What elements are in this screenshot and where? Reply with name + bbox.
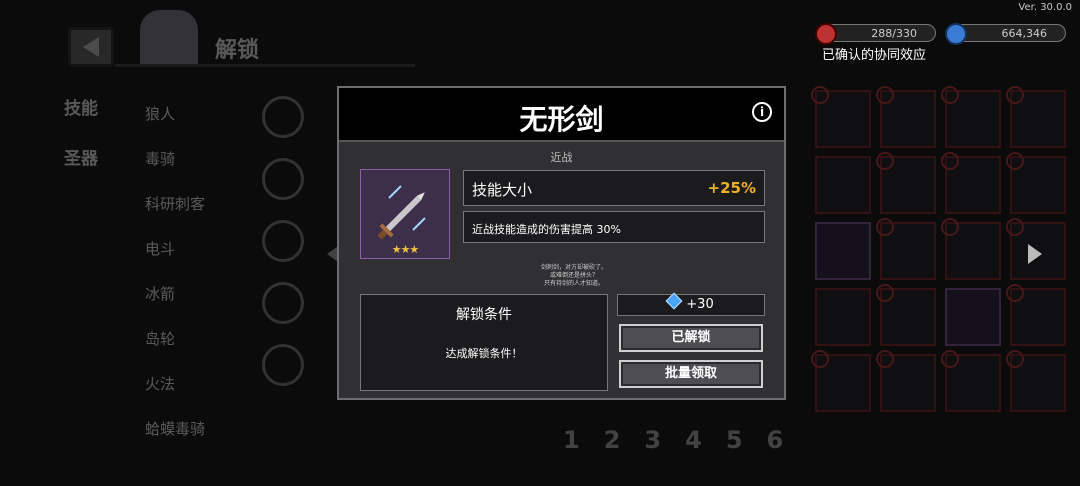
back-button[interactable] [68,27,114,67]
category-label: 近战 [550,151,573,164]
relic-slot[interactable] [941,152,1001,214]
locked-icon [876,284,894,302]
stamina-icon [815,23,837,45]
gem-value: 664,346 [1001,27,1048,40]
locked-icon [941,86,959,104]
skill-icon [262,96,304,138]
locked-icon [1006,350,1024,368]
page-number[interactable]: 5 [726,426,743,454]
description-box: 近战技能造成的伤害提高 30% [463,211,765,243]
blocked-icon [262,344,304,386]
relic-slot[interactable] [945,288,1001,346]
locked-icon [811,350,829,368]
locked-icon [941,350,959,368]
list-item[interactable]: 岛轮 [145,328,205,373]
list-item[interactable]: 火法 [145,373,205,418]
character-portrait [140,10,198,64]
stat-row: 技能大小 +25% [463,170,765,206]
list-item[interactable]: 电斗 [145,238,205,283]
locked-icon [1006,284,1024,302]
relic-slot[interactable] [876,218,936,280]
blocked-icon [262,220,304,262]
relic-slot[interactable] [941,86,1001,148]
condition-title: 解锁条件 [456,307,512,323]
relic-slot[interactable] [941,350,1001,412]
gem-icon [945,23,967,45]
version-label: Ver. 30.0.0 [1018,2,1072,13]
stamina-counter: 288/330 [815,23,936,45]
locked-icon [876,218,894,236]
page-number[interactable]: 4 [685,426,702,454]
locked-icon [1006,86,1024,104]
auto-icon [262,282,304,324]
locked-icon [941,218,959,236]
stamina-value: 288/330 [871,27,917,40]
flavor-text: 剑刺剑，对方却被砍了。 或难倒还是拼头？ 只有持剑的人才知道。 [540,264,607,287]
pagination: 1 2 3 4 5 6 [563,426,783,454]
relic-slot[interactable] [1006,86,1066,148]
relic-slot[interactable] [811,350,871,412]
relic-slot[interactable] [1006,284,1066,346]
tab-skills[interactable]: 技能 [64,94,98,144]
dialog-header: 无形剑 i [339,88,784,142]
relic-slot[interactable] [876,86,936,148]
unlock-condition-box: 解锁条件 达成解锁条件！ [360,294,608,391]
locked-icon [876,152,894,170]
locked-icon [811,86,829,104]
list-item[interactable]: 蛤蟆毒骑 [145,418,205,463]
locked-icon [941,152,959,170]
side-tabs: 技能 圣器 [64,94,98,194]
unlocked-button[interactable]: 已解锁 [619,324,763,352]
relic-slot[interactable] [876,152,936,214]
locked-icon [876,350,894,368]
skill-icon [262,158,304,200]
star-rating: ★★★ [391,243,420,256]
page-number[interactable]: 2 [604,426,621,454]
list-item[interactable]: 狼人 [145,103,205,148]
reward-value: +30 [686,297,714,312]
stat-name: 技能大小 [472,181,533,199]
list-icons [262,96,304,406]
batch-claim-button[interactable]: 批量领取 [619,360,763,388]
relic-image: ★★★ [360,169,450,259]
info-icon[interactable]: i [752,102,772,122]
tab-relics[interactable]: 圣器 [64,144,98,194]
relic-slot[interactable] [815,288,871,346]
gem-counter: 664,346 [945,23,1066,45]
list-item[interactable]: 毒骑 [145,148,205,193]
synergy-label[interactable]: 已确认的协同效应 [822,44,926,63]
locked-icon [1006,218,1024,236]
dialog-title: 无形剑 [519,103,604,136]
relic-slot[interactable] [815,222,871,280]
relic-slot[interactable] [815,156,871,214]
relic-slot[interactable] [941,218,1001,280]
page-number[interactable]: 6 [767,426,784,454]
resource-bar: 288/330 664,346 [815,23,1066,45]
relic-slot[interactable] [876,350,936,412]
page-title: 解锁 [215,38,260,63]
description-text: 近战技能造成的伤害提高 30% [472,223,621,236]
reward-display: +30 [617,292,765,316]
list-item[interactable]: 科研刺客 [145,193,205,238]
condition-text: 达成解锁条件！ [445,347,523,360]
locked-icon [876,86,894,104]
list-item[interactable]: 冰箭 [145,283,205,328]
locked-icon [1006,152,1024,170]
back-arrow-icon [83,37,99,57]
relic-slot[interactable] [876,284,936,346]
page-number[interactable]: 1 [563,426,580,454]
gem-icon [665,292,683,310]
relic-slot[interactable] [1006,350,1066,412]
title-divider [115,64,415,67]
build-list: 狼人 毒骑 科研刺客 电斗 冰箭 岛轮 火法 蛤蟆毒骑 [145,103,205,463]
relic-detail-dialog: 无形剑 i 近战 ★★★ 技能大小 +25% 近战技能造成的伤害提高 30% 剑… [337,86,786,400]
next-page-icon[interactable] [1028,244,1042,264]
relic-slot[interactable] [1006,152,1066,214]
page-number[interactable]: 3 [644,426,661,454]
relic-slot[interactable] [811,86,871,148]
stat-value: +25% [707,179,756,197]
